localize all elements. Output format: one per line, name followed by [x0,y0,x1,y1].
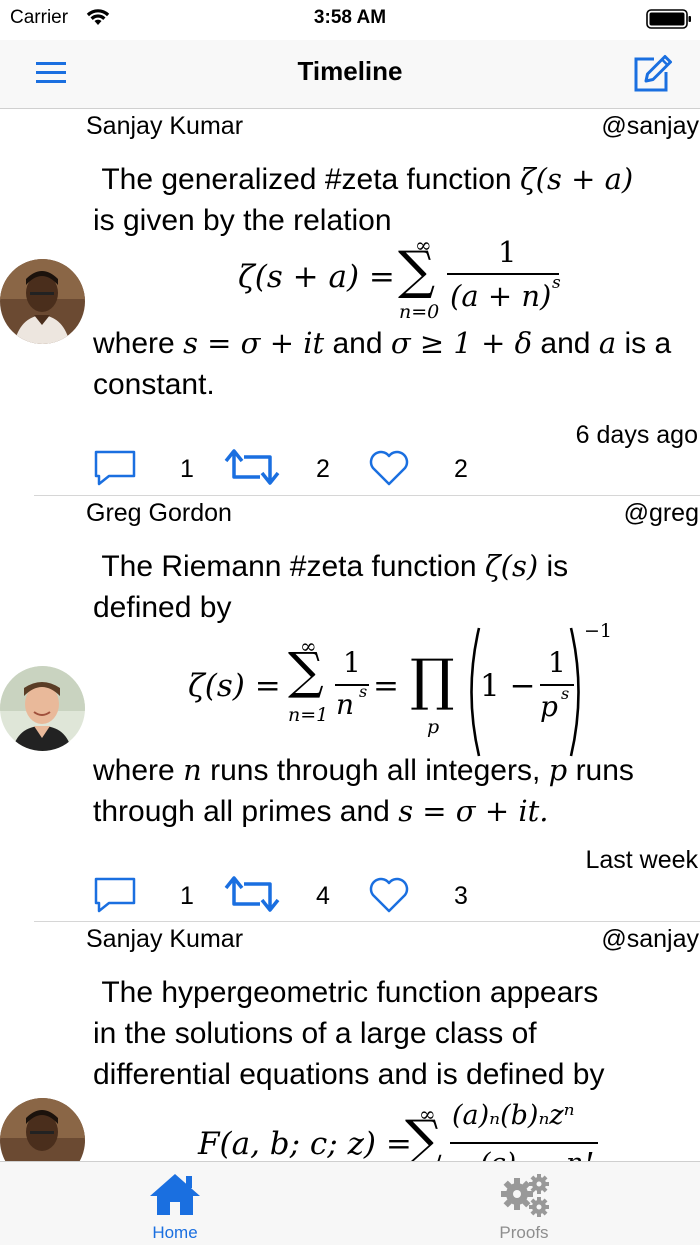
sum-symbol: ∑ [405,1110,443,1161]
home-icon [148,1172,202,1221]
inline-math: n [183,753,202,787]
post-text: is a [624,327,672,360]
product-lower: p [427,716,440,738]
post-body-continued: where s = σ + it and σ ≥ 1 + δ and a is … [93,323,700,405]
post-text: in the solutions of a large class of [93,1017,537,1050]
timeline-list[interactable]: Sanjay Kumar @sanjay The generalized #ze… [0,109,700,1161]
inner-numerator: 1 [548,646,566,679]
inline-math: s = σ + it. [398,794,549,828]
tab-bar: Home Proofs [0,1161,700,1245]
post-body-continued: where n runs through all integers, p run… [93,750,700,832]
post-text: runs through all integers, [210,754,541,787]
page-title: Timeline [297,56,403,86]
post-timestamp: Last week [585,846,698,874]
author-name[interactable]: Greg Gordon [86,499,232,528]
outer-exponent: −1 [584,620,613,642]
heart-icon[interactable] [368,449,410,492]
post-text: and [540,327,591,360]
author-handle[interactable]: @sanjay [601,112,699,141]
post-text: is [546,550,569,583]
comment-count: 1 [180,455,194,483]
post[interactable]: Sanjay Kumar @sanjay The generalized #ze… [0,109,700,495]
post-text: The hypergeometric function appears [101,976,599,1009]
inline-math: ζ(s + a) [519,162,634,196]
inline-math: p [548,753,568,787]
post-body: The Riemann #zeta function ζ(s) is defin… [93,546,700,628]
inline-math: s = σ + it [183,326,325,360]
compose-icon[interactable] [632,52,674,94]
post-text: The Riemann #zeta function [101,550,477,583]
comment-icon[interactable] [93,876,137,919]
fraction-numerator: 1 [343,646,361,679]
status-bar: Carrier 3:58 AM [0,0,700,40]
battery-icon [646,9,692,34]
post-text: constant. [93,368,215,401]
author-name[interactable]: Sanjay Kumar [86,112,243,141]
post-text: where [93,327,175,360]
retweet-icon[interactable] [220,874,284,919]
navigation-bar: Timeline [0,40,700,109]
like-count: 3 [454,882,468,910]
equation-lhs: F(a, b; c; z) = [198,1126,412,1161]
post[interactable]: Sanjay Kumar @sanjay The hypergeometric … [0,922,700,1161]
retweet-icon[interactable] [220,447,284,492]
inline-math: a [598,326,617,360]
clock: 3:58 AM [313,7,387,28]
like-count: 2 [454,455,468,483]
retweet-count: 2 [316,455,330,483]
gears-icon [498,1172,552,1223]
post-body: The hypergeometric function appears in t… [93,972,700,1095]
fraction-denominator: n! [566,1148,594,1161]
post-text: runs [575,754,634,787]
right-paren [569,627,580,757]
comment-icon[interactable] [93,449,137,492]
author-name[interactable]: Sanjay Kumar [86,925,243,954]
tab-home[interactable]: Home [75,1162,275,1245]
product-symbol: ∏ [410,648,455,713]
left-paren [470,627,481,757]
one-minus: 1 − [480,668,536,704]
author-handle[interactable]: @greg [624,499,699,528]
inner-denominator: p [540,690,558,723]
equation-lhs: ζ(s) = [188,668,281,704]
post-text: differential equations and is defined by [93,1058,605,1091]
equation: ζ(s + a) = ∞ ∑ n=0 1 (a + n) s [0,233,700,325]
post-text: and [332,327,383,360]
post-text: where [93,754,175,787]
post-text: The generalized #zeta function [101,163,512,196]
fraction-denominator: (a + n) [450,279,552,313]
equals-sign: = [373,668,399,704]
fraction-exponent: s [359,682,368,701]
tab-label: Proofs [499,1223,549,1242]
fraction-bar [447,273,559,275]
tab-proofs[interactable]: Proofs [424,1162,624,1245]
post-body: The generalized #zeta function ζ(s + a) … [93,159,700,241]
sum-lower: n=1 [288,704,329,726]
tab-label: Home [152,1223,198,1242]
sum-symbol: ∑ [398,241,436,301]
heart-icon[interactable] [368,876,410,919]
equation: F(a, b; c; z) = ∞ ∑ (a)ₙ(b)ₙzⁿ (c)ₙ n! [0,1092,700,1161]
post[interactable]: Greg Gordon @greg The Riemann #zeta func… [0,496,700,922]
equation: ζ(s) = ∞ ∑ n=1 1 n s = ∏ p 1 − 1 p s −1 [0,620,700,764]
fraction-exponent: s [552,273,561,293]
sum-lower: n=0 [399,301,440,323]
inline-math: ζ(s) [484,549,539,583]
post-text: through all primes and [93,795,390,828]
fraction-bar [450,1142,598,1144]
fraction-denominator: n [336,688,355,721]
post-timestamp: 6 days ago [575,421,698,449]
comment-count: 1 [180,882,194,910]
equation-lhs: ζ(s + a) = [238,259,395,295]
sum-symbol: ∑ [288,642,324,700]
fraction-denominator: (c)ₙ [480,1148,527,1161]
inline-math: σ ≥ 1 + δ [390,326,533,360]
retweet-count: 4 [316,882,330,910]
fraction-numerator: (a)ₙ(b)ₙzⁿ [452,1100,575,1131]
author-handle[interactable]: @sanjay [601,925,699,954]
fraction-numerator: 1 [498,235,517,269]
